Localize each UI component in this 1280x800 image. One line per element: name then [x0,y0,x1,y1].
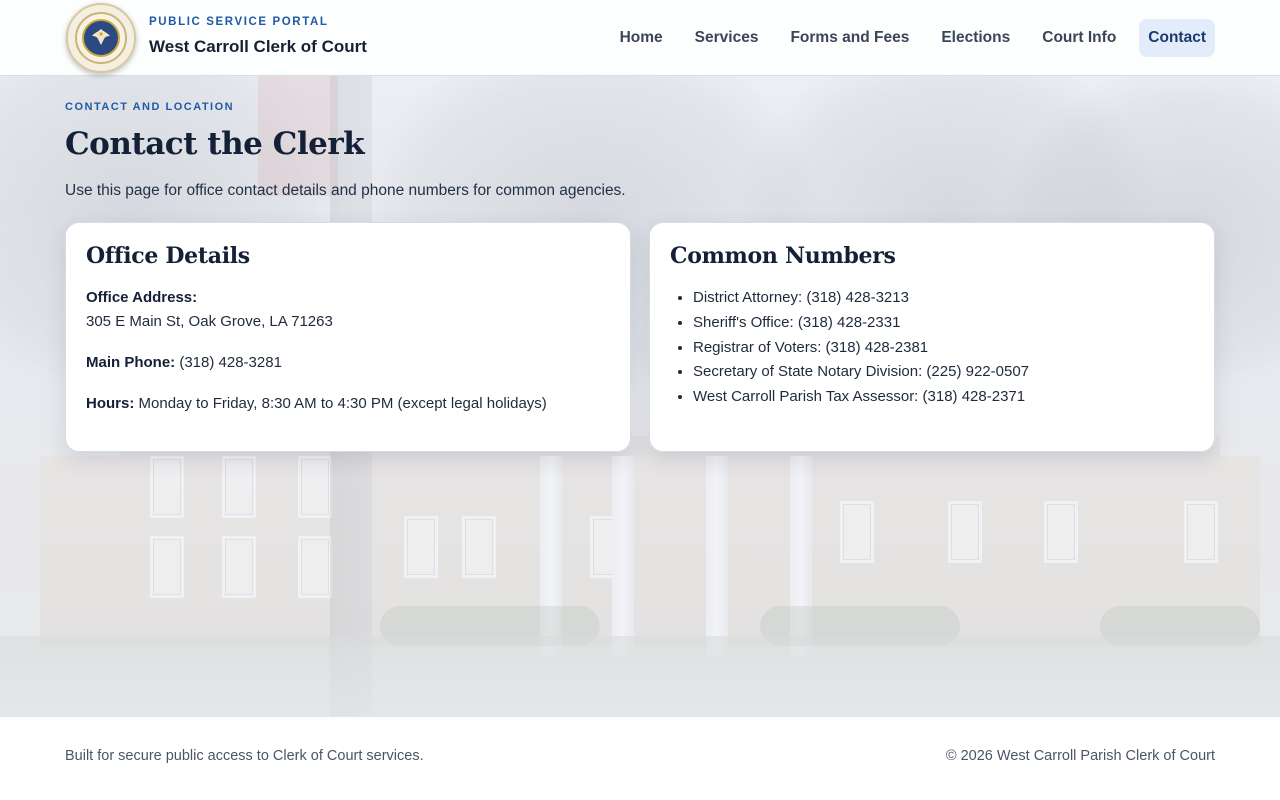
nav-court-info[interactable]: Court Info [1033,19,1125,57]
common-numbers-list: District Attorney: (318) 428-3213 Sherif… [670,286,1194,410]
page-lead: Use this page for office contact details… [65,182,626,199]
brand-title[interactable]: West Carroll Clerk of Court [149,37,367,57]
nav-services[interactable]: Services [686,19,768,57]
nav-home[interactable]: Home [611,19,672,57]
office-address-label: Office Address: [86,289,198,306]
site-header: PUBLIC SERVICE PORTAL West Carroll Clerk… [0,0,1280,76]
parish-seal-icon[interactable] [66,3,136,73]
list-item: Sheriff's Office: (318) 428-2331 [693,311,1194,336]
main-nav: Home Services Forms and Fees Elections C… [605,19,1215,57]
section-kicker: CONTACT AND LOCATION [65,101,235,113]
common-numbers-card: Common Numbers District Attorney: (318) … [649,222,1215,452]
main-phone-label: Main Phone: [86,354,176,371]
main-phone: Main Phone: (318) 428-3281 [86,351,610,375]
office-hours-value: Monday to Friday, 8:30 AM to 4:30 PM (ex… [138,395,547,412]
list-item: Registrar of Voters: (318) 428-2381 [693,336,1194,361]
office-hours: Hours: Monday to Friday, 8:30 AM to 4:30… [86,392,610,416]
nav-contact[interactable]: Contact [1139,19,1215,57]
page-title: Contact the Clerk [65,126,365,162]
office-details-heading: Office Details [86,243,250,269]
list-item: Secretary of State Notary Division: (225… [693,360,1194,385]
main-phone-value[interactable]: (318) 428-3281 [179,354,282,371]
office-hours-label: Hours: [86,395,135,412]
list-item: District Attorney: (318) 428-3213 [693,286,1194,311]
common-numbers-heading: Common Numbers [670,243,896,269]
footer-note: Built for secure public access to Clerk … [65,748,424,764]
office-address-value: 305 E Main St, Oak Grove, LA 71263 [86,313,333,330]
brand-kicker: PUBLIC SERVICE PORTAL [149,16,329,28]
nav-forms-and-fees[interactable]: Forms and Fees [781,19,918,57]
office-address: Office Address: 305 E Main St, Oak Grove… [86,286,610,334]
list-item: West Carroll Parish Tax Assessor: (318) … [693,385,1194,410]
footer-copyright: © 2026 West Carroll Parish Clerk of Cour… [945,748,1215,764]
site-footer: Built for secure public access to Clerk … [0,716,1280,800]
nav-elections[interactable]: Elections [932,19,1019,57]
office-details-card: Office Details Office Address: 305 E Mai… [65,222,631,452]
